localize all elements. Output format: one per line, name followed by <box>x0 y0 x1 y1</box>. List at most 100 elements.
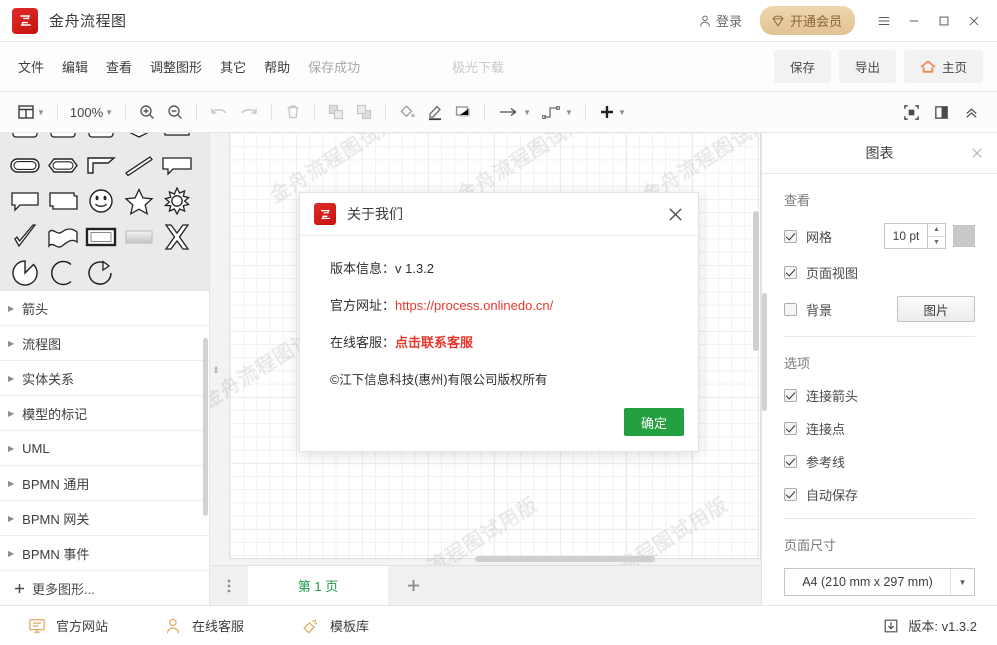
checkmark-shape[interactable] <box>6 219 44 255</box>
about-dialog-title: 关于我们 <box>347 206 403 222</box>
redo-icon[interactable] <box>234 99 264 125</box>
website-link[interactable]: https://process.onlinedo.cn/ <box>395 298 553 313</box>
shadow-box-icon[interactable] <box>449 99 477 125</box>
shapes-panel-scrollbar[interactable] <box>203 338 208 516</box>
background-checkbox[interactable] <box>784 302 797 316</box>
guides-label: 参考线 <box>806 455 846 470</box>
plus-icon[interactable]: ▼ <box>593 99 631 125</box>
background-image-button[interactable]: 图片 <box>897 296 975 322</box>
sidebar-item-arrows[interactable]: ▶ 箭头 <box>0 291 209 326</box>
pen-underline-icon[interactable] <box>421 99 449 125</box>
rounded-pill-shape[interactable] <box>6 147 44 183</box>
template-library-button[interactable]: 模板库 <box>294 612 375 639</box>
elbow-connector-icon[interactable]: ▼ <box>536 99 578 125</box>
trapezoid-shape[interactable] <box>120 133 158 147</box>
circular-arrow-shape[interactable] <box>82 255 120 290</box>
chevron-up-double-icon[interactable] <box>958 99 985 125</box>
zoom-level-selector[interactable]: 100% ▼ <box>65 99 118 125</box>
arrow-line-icon[interactable]: ▼ <box>492 99 536 125</box>
bring-to-front-icon[interactable] <box>322 99 350 125</box>
page-tab-1[interactable]: 第 1 页 <box>248 566 388 605</box>
zoom-in-icon[interactable] <box>133 99 161 125</box>
menu-item-help[interactable]: 帮助 <box>255 52 299 81</box>
chevron-up-icon[interactable]: ▲ <box>928 224 945 237</box>
maximize-icon[interactable] <box>929 0 959 42</box>
sidebar-item-model-markup[interactable]: ▶ 模型的标记 <box>0 396 209 431</box>
framed-image-shape[interactable] <box>82 219 120 255</box>
sidebar-item-bpmn-general[interactable]: ▶ BPMN 通用 <box>0 466 209 501</box>
page-view-checkbox[interactable] <box>784 266 797 279</box>
smiley-face-shape[interactable] <box>82 183 120 219</box>
pacman-shape[interactable] <box>6 255 44 290</box>
vertical-dots-icon[interactable] <box>210 566 248 605</box>
menu-item-file[interactable]: 文件 <box>9 52 53 81</box>
canvas-vertical-scrollbar[interactable] <box>753 211 759 351</box>
chevron-down-icon: ▼ <box>105 107 114 117</box>
trash-icon[interactable] <box>279 99 307 125</box>
paint-bucket-icon[interactable] <box>393 99 421 125</box>
menu-item-view[interactable]: 查看 <box>97 52 141 81</box>
cube-shape[interactable] <box>44 183 82 219</box>
category-label: 流程图 <box>22 336 62 352</box>
guides-checkbox[interactable] <box>784 455 797 468</box>
cross-x-shape[interactable] <box>158 219 196 255</box>
undo-icon[interactable] <box>204 99 234 125</box>
autosave-checkbox[interactable] <box>784 488 797 501</box>
sidebar-item-flowchart[interactable]: ▶ 流程图 <box>0 326 209 361</box>
rounded-rect-shape[interactable] <box>6 133 44 147</box>
send-to-back-icon[interactable] <box>350 99 378 125</box>
home-button[interactable]: 主页 <box>903 50 983 83</box>
close-icon[interactable] <box>959 0 989 42</box>
chevron-down-icon[interactable]: ▼ <box>928 237 945 249</box>
wave-ribbon-shape[interactable] <box>44 219 82 255</box>
official-website-button[interactable]: 官方网站 <box>22 612 114 639</box>
speech-bubble-shape[interactable] <box>6 183 44 219</box>
callout-rect-shape[interactable] <box>158 147 196 183</box>
connect-points-checkbox[interactable] <box>784 422 797 435</box>
sidebar-item-bpmn-event[interactable]: ▶ BPMN 事件 <box>0 536 209 571</box>
confirm-button[interactable]: 确定 <box>624 408 684 436</box>
sidebar-item-bpmn-gateway[interactable]: ▶ BPMN 网关 <box>0 501 209 536</box>
corner-bracket-shape[interactable] <box>82 147 120 183</box>
arc-c-shape[interactable] <box>44 255 82 290</box>
online-support-button[interactable]: 在线客服 <box>158 612 250 639</box>
vip-upgrade-button[interactable]: 开通会员 <box>759 6 855 35</box>
add-page-button[interactable] <box>388 566 438 605</box>
canvas-horizontal-scrollbar[interactable] <box>475 556 655 562</box>
page-layout-icon[interactable]: ▼ <box>12 99 50 125</box>
grid-size-input[interactable]: 10 pt <box>884 223 928 249</box>
minimize-icon[interactable] <box>899 0 929 42</box>
toggle-panel-icon[interactable] <box>928 99 955 125</box>
rounded-rect-shape[interactable] <box>82 133 120 147</box>
background-image-label: 图片 <box>923 303 949 318</box>
button-shape[interactable] <box>120 219 158 255</box>
star-shape[interactable] <box>120 183 158 219</box>
grid-color-swatch[interactable] <box>953 225 975 247</box>
card-shape[interactable] <box>158 133 196 147</box>
sidebar-item-uml[interactable]: ▶ UML <box>0 431 209 466</box>
connect-arrows-checkbox[interactable] <box>784 389 797 402</box>
save-button[interactable]: 保存 <box>773 50 831 83</box>
page-size-select[interactable]: A4 (210 mm x 297 mm) ▼ <box>784 568 975 596</box>
fit-to-screen-icon[interactable] <box>898 99 925 125</box>
octagon-rounded-shape[interactable] <box>44 147 82 183</box>
rounded-rect-shape[interactable] <box>44 133 82 147</box>
support-link[interactable]: 点击联系客服 <box>395 335 473 350</box>
diagonal-line-shape[interactable] <box>120 147 158 183</box>
more-shapes-button[interactable]: 更多图形... <box>0 571 209 605</box>
menu-item-other[interactable]: 其它 <box>211 52 255 81</box>
properties-panel-scrollbar[interactable] <box>762 293 767 411</box>
login-button[interactable]: 登录 <box>692 8 748 33</box>
menu-item-edit[interactable]: 编辑 <box>53 52 97 81</box>
close-icon[interactable] <box>667 206 684 223</box>
zoom-out-icon[interactable] <box>161 99 189 125</box>
sun-burst-shape[interactable] <box>158 183 196 219</box>
hamburger-menu-icon[interactable] <box>869 0 899 42</box>
close-icon[interactable] <box>971 147 983 159</box>
grid-checkbox[interactable] <box>784 229 797 243</box>
menu-item-adjust-shape[interactable]: 调整图形 <box>141 52 211 81</box>
sidebar-item-entity-relation[interactable]: ▶ 实体关系 <box>0 361 209 396</box>
background-row: 背景 图片 <box>784 296 975 322</box>
export-button[interactable]: 导出 <box>838 50 896 83</box>
version-indicator[interactable]: 版本: v1.3.2 <box>883 616 977 635</box>
